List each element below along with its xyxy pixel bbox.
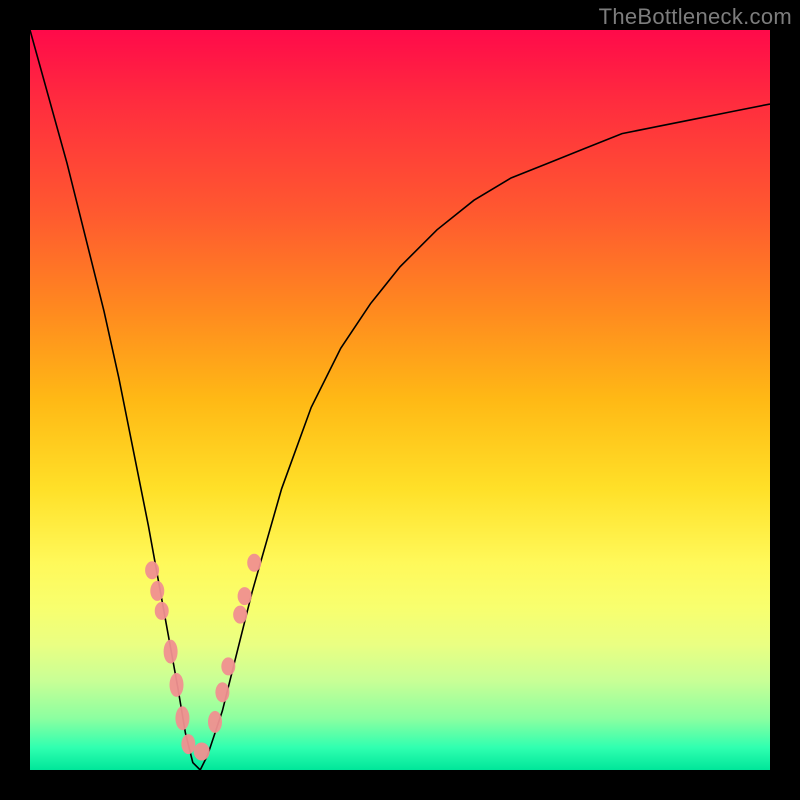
data-marker <box>208 711 222 733</box>
data-marker <box>221 657 235 675</box>
data-marker <box>175 706 189 730</box>
data-marker <box>233 606 247 624</box>
data-marker <box>215 682 229 702</box>
marker-layer <box>145 554 261 761</box>
data-marker <box>238 587 252 605</box>
data-marker <box>150 581 164 601</box>
data-marker <box>170 673 184 697</box>
data-marker <box>247 554 261 572</box>
data-marker <box>155 602 169 620</box>
data-marker <box>145 561 159 579</box>
data-marker <box>164 640 178 664</box>
chart-frame: TheBottleneck.com <box>0 0 800 800</box>
bottleneck-curve <box>30 30 770 770</box>
data-marker <box>181 734 195 754</box>
data-marker <box>194 743 210 761</box>
curve-layer <box>30 30 770 770</box>
plot-area <box>30 30 770 770</box>
watermark-text: TheBottleneck.com <box>599 4 792 30</box>
